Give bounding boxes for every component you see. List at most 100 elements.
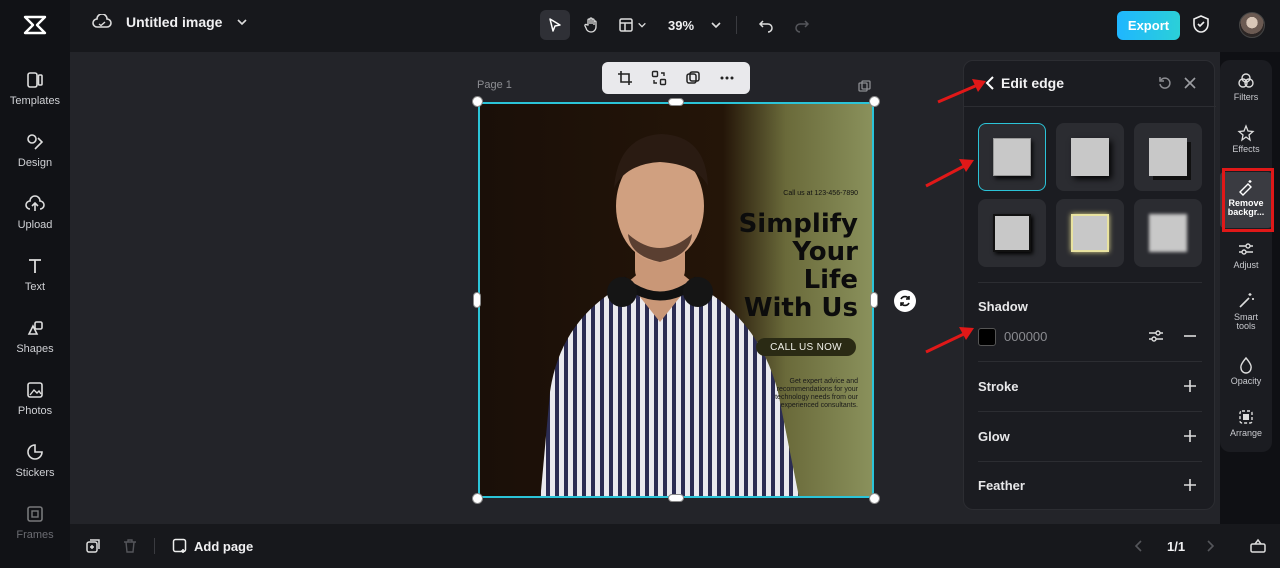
- rotate-icon: [900, 295, 910, 307]
- layout-menu-button[interactable]: [612, 10, 652, 40]
- hand-tool-button[interactable]: [576, 10, 606, 40]
- edge-preset-3[interactable]: [1134, 123, 1202, 191]
- rail-item-filters[interactable]: Filters: [1220, 72, 1272, 102]
- rail-item-stickers[interactable]: Stickers: [0, 442, 70, 498]
- avatar[interactable]: [1239, 12, 1265, 38]
- headline-line: Your: [792, 237, 858, 267]
- annotation-arrow-icon: [925, 327, 974, 354]
- shapes-icon: [25, 318, 45, 338]
- bottom-bar: Add page 1/1: [70, 524, 1280, 568]
- rail-label: Adjust: [1233, 260, 1259, 270]
- resize-handle-top-left[interactable]: [472, 96, 483, 107]
- rail-item-effects[interactable]: Effects: [1220, 124, 1272, 154]
- panel-title: Edit edge: [1001, 75, 1065, 91]
- add-glow-icon[interactable]: [1183, 429, 1197, 443]
- upload-icon: [25, 194, 45, 214]
- previous-page-icon[interactable]: [1134, 539, 1144, 553]
- redo-button[interactable]: [787, 10, 817, 40]
- crop-icon[interactable]: [617, 70, 633, 86]
- rail-label: Design: [17, 157, 53, 169]
- reset-icon[interactable]: [1158, 76, 1172, 90]
- arrange-icon: [1239, 410, 1253, 424]
- rotate-handle[interactable]: [894, 290, 916, 312]
- element-toolbar: [602, 62, 750, 94]
- rail-item-adjust[interactable]: Adjust: [1220, 240, 1272, 270]
- edge-preset-2[interactable]: [1056, 123, 1124, 191]
- shadow-color-input[interactable]: [1004, 329, 1104, 344]
- templates-icon: [25, 70, 45, 90]
- artboard[interactable]: Call us at 123-456-7890 Simplify Your Li…: [478, 102, 874, 498]
- edge-preset-1[interactable]: [978, 123, 1046, 191]
- chevron-down-icon[interactable]: [710, 19, 722, 31]
- design-icon: [25, 132, 45, 152]
- replace-icon[interactable]: [651, 70, 667, 86]
- undo-button[interactable]: [751, 10, 781, 40]
- delete-icon[interactable]: [123, 538, 137, 554]
- add-page-button[interactable]: Add page: [172, 538, 253, 554]
- resize-handle-right[interactable]: [870, 292, 878, 308]
- resize-handle-top-right[interactable]: [869, 96, 880, 107]
- rail-item-templates[interactable]: Templates: [0, 70, 70, 126]
- opacity-drop-icon: [1240, 356, 1252, 374]
- add-feather-icon[interactable]: [1183, 478, 1197, 492]
- add-page-icon: [172, 538, 187, 553]
- rail-item-arrange[interactable]: Arrange: [1220, 408, 1272, 438]
- highlight-box-remove-background: [1222, 168, 1274, 232]
- shadow-color-swatch[interactable]: [978, 328, 996, 346]
- chevron-down-icon[interactable]: [236, 16, 248, 28]
- rail-item-design[interactable]: Design: [0, 132, 70, 188]
- artwork-cta-pill: CALL US NOW: [756, 338, 856, 356]
- divider: [978, 361, 1202, 362]
- layout-icon: [618, 18, 633, 32]
- edge-preset-5[interactable]: [1056, 199, 1124, 267]
- cloud-sync-icon[interactable]: [92, 14, 112, 30]
- rail-item-smart-tools[interactable]: Smart tools: [1220, 292, 1272, 331]
- toolbar-divider: [736, 16, 738, 34]
- pages-panel-icon[interactable]: [1249, 537, 1267, 553]
- export-button[interactable]: Export: [1117, 11, 1180, 40]
- adjust-sliders-icon[interactable]: [1148, 329, 1164, 343]
- preset-swatch: [1149, 214, 1187, 252]
- capcut-logo-icon[interactable]: [22, 12, 48, 38]
- rail-item-opacity[interactable]: Opacity: [1220, 356, 1272, 386]
- rail-item-text[interactable]: Text: [0, 256, 70, 312]
- edge-preset-6[interactable]: [1134, 199, 1202, 267]
- feather-title: Feather: [978, 478, 1025, 493]
- duplicate-page-icon[interactable]: [858, 80, 871, 93]
- resize-handle-bottom-left[interactable]: [472, 493, 483, 504]
- rail-item-upload[interactable]: Upload: [0, 194, 70, 250]
- artwork-headline: Simplify Your Life With Us: [739, 210, 858, 322]
- document-title[interactable]: Untitled image: [126, 14, 222, 30]
- preset-swatch: [993, 138, 1031, 176]
- duplicate-icon[interactable]: [685, 70, 701, 86]
- shadow-title: Shadow: [978, 299, 1028, 314]
- remove-shadow-icon[interactable]: [1183, 329, 1197, 343]
- shield-icon[interactable]: [1192, 14, 1210, 34]
- resize-handle-bottom[interactable]: [668, 494, 684, 502]
- resize-handle-top[interactable]: [668, 98, 684, 106]
- more-icon[interactable]: [719, 70, 735, 86]
- edge-preset-4[interactable]: [978, 199, 1046, 267]
- text-icon: [25, 256, 45, 276]
- close-icon[interactable]: [1183, 76, 1197, 90]
- rail-label: Effects: [1232, 144, 1260, 154]
- add-stroke-icon[interactable]: [1183, 379, 1197, 393]
- zoom-level[interactable]: 39%: [668, 18, 694, 33]
- rail-label: Templates: [9, 95, 61, 107]
- headline-line: Simplify: [738, 209, 858, 239]
- rail-item-photos[interactable]: Photos: [0, 380, 70, 436]
- rail-label: Text: [24, 281, 46, 293]
- rail-label: Filters: [1233, 92, 1259, 102]
- resize-handle-bottom-right[interactable]: [869, 493, 880, 504]
- annotation-arrow-icon: [925, 159, 974, 188]
- rail-item-shapes[interactable]: Shapes: [0, 318, 70, 374]
- select-tool-button[interactable]: [540, 10, 570, 40]
- add-frame-icon[interactable]: [85, 538, 101, 554]
- resize-handle-left[interactable]: [473, 292, 481, 308]
- rail-label: Shapes: [16, 343, 54, 355]
- canvas-tools: 39%: [540, 10, 817, 40]
- next-page-icon[interactable]: [1205, 539, 1215, 553]
- preset-swatch: [993, 214, 1031, 252]
- app-window: Templates Design Upload Text Shapes Phot…: [0, 0, 1280, 568]
- rail-item-frames[interactable]: Frames: [0, 504, 70, 560]
